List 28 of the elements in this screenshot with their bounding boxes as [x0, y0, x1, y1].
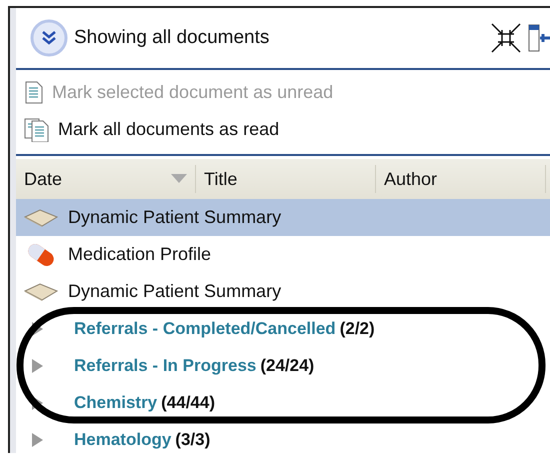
group-label: Referrals - In Progress [74, 356, 256, 376]
header-title: Showing all documents [74, 27, 270, 49]
document-icon [24, 80, 44, 104]
document-title: Dynamic Patient Summary [68, 281, 282, 302]
group-count: (3/3) [175, 430, 210, 450]
document-title: Dynamic Patient Summary [68, 207, 282, 228]
group-label: Chemistry [74, 392, 158, 412]
column-header[interactable]: Date [16, 165, 196, 193]
book-icon [24, 208, 58, 228]
tree-row[interactable]: Medication Profile [16, 236, 550, 273]
book-icon [24, 282, 58, 302]
collapse-icon[interactable] [490, 22, 522, 54]
split-view-icon[interactable] [528, 23, 550, 53]
column-header[interactable]: Title [196, 165, 376, 193]
expand-down-icon[interactable] [30, 19, 68, 57]
tree-row[interactable]: Referrals - In Progress (24/24) [16, 347, 550, 384]
group-label: Referrals - Completed/Cancelled [74, 318, 336, 338]
group-label: Hematology [74, 430, 172, 450]
document-title: Medication Profile [68, 244, 212, 265]
documents-icon [24, 118, 50, 142]
action-link[interactable]: Mark all documents as read [58, 119, 280, 140]
column-header[interactable]: Author [376, 165, 546, 193]
selected-tree-row[interactable]: Dynamic Patient Summary [16, 199, 550, 236]
group-count: (2/2) [340, 318, 375, 338]
group-count: (44/44) [161, 392, 216, 412]
tree-row[interactable]: Dynamic Patient Summary [16, 273, 550, 310]
tree-row[interactable]: Hematology (3/3) [16, 421, 550, 453]
group-count: (24/24) [260, 356, 314, 376]
